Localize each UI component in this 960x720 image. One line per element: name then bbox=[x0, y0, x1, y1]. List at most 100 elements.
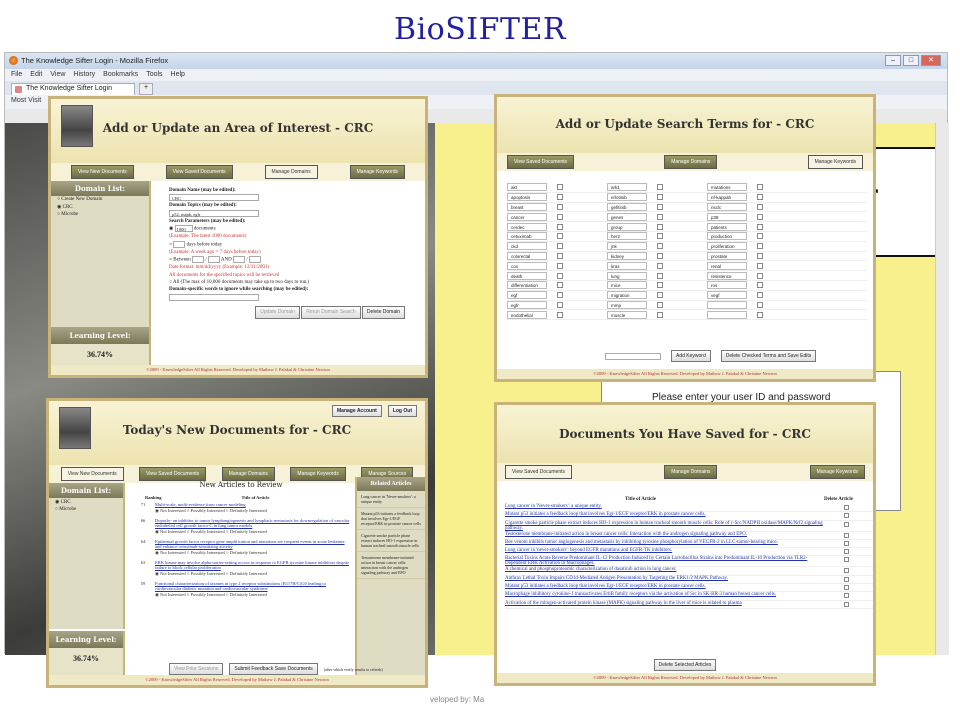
update-domain-button[interactable]: Update Domain bbox=[255, 305, 300, 320]
term-delete-checkbox[interactable] bbox=[757, 184, 763, 191]
term-delete-checkbox[interactable] bbox=[557, 194, 563, 201]
domain-option[interactable]: ○ Microbe bbox=[51, 211, 149, 218]
saved-article-link[interactable]: Cigarette smoke particle phase extract i… bbox=[505, 521, 825, 531]
delete-article-checkbox[interactable] bbox=[844, 532, 849, 538]
term-delete-checkbox[interactable] bbox=[557, 311, 563, 318]
days-option[interactable]: ○ days before today bbox=[169, 240, 419, 249]
term-field[interactable]: resistence bbox=[707, 271, 747, 280]
term-delete-checkbox[interactable] bbox=[557, 223, 563, 230]
term-field[interactable]: muscle bbox=[607, 310, 647, 319]
delete-selected-button[interactable]: Delete Selected Articles bbox=[653, 659, 717, 671]
article-link[interactable]: Functional characterization of taxanes i… bbox=[155, 581, 326, 591]
term-field[interactable]: production bbox=[707, 232, 747, 241]
term-field[interactable]: colorectal bbox=[507, 251, 547, 260]
saved-article-link[interactable]: A chemical and phosphoproteomic characte… bbox=[505, 567, 825, 572]
term-delete-checkbox[interactable] bbox=[757, 262, 763, 269]
term-delete-checkbox[interactable] bbox=[657, 203, 663, 210]
menu-history[interactable]: History bbox=[73, 71, 95, 79]
term-field[interactable]: death bbox=[507, 271, 547, 280]
close-button[interactable]: ✕ bbox=[921, 55, 941, 66]
term-delete-checkbox[interactable] bbox=[657, 292, 663, 299]
menu-file[interactable]: File bbox=[11, 71, 22, 79]
date-to-field[interactable] bbox=[248, 256, 261, 264]
domain-name-field[interactable]: CRC bbox=[169, 194, 259, 202]
term-delete-checkbox[interactable] bbox=[757, 282, 763, 289]
delete-article-checkbox[interactable] bbox=[844, 601, 849, 607]
interest-rating[interactable]: ◉ Not Interested ○ Possibly Interested ○… bbox=[155, 571, 351, 577]
term-delete-checkbox[interactable] bbox=[557, 252, 563, 259]
term-delete-checkbox[interactable] bbox=[657, 233, 663, 240]
article-link[interactable]: Multi-scale, multi-evidence from cancer … bbox=[155, 502, 246, 507]
nav-manage-keywords[interactable]: Manage Keywords bbox=[809, 465, 865, 479]
saved-article-link[interactable]: Bacterial Toxins Acute Reverse Predomina… bbox=[505, 556, 825, 566]
saved-article-link[interactable]: Mutant p53 initiates a feedback loop tha… bbox=[505, 512, 825, 517]
add-keyword-button[interactable]: Add Keyword bbox=[671, 350, 711, 362]
nav-manage-domains[interactable]: Manage Domains bbox=[664, 155, 718, 169]
term-delete-checkbox[interactable] bbox=[557, 233, 563, 240]
term-delete-checkbox[interactable] bbox=[557, 282, 563, 289]
term-field[interactable]: proliferation bbox=[707, 242, 747, 251]
term-delete-checkbox[interactable] bbox=[757, 272, 763, 279]
term-field[interactable]: lung bbox=[607, 271, 647, 280]
rerun-search-button[interactable]: Rerun Domain Search bbox=[301, 305, 361, 320]
term-field[interactable]: mutations bbox=[707, 183, 747, 192]
delete-domain-button[interactable]: Delete Domain bbox=[361, 305, 405, 320]
nav-view-saved-documents[interactable]: View Saved Documents bbox=[507, 155, 574, 169]
term-field[interactable]: migration bbox=[607, 291, 647, 300]
all-option[interactable]: ○ All (The max of 10,000 documents may t… bbox=[169, 279, 419, 286]
term-field[interactable]: mice bbox=[607, 281, 647, 290]
delete-article-checkbox[interactable] bbox=[844, 505, 849, 510]
term-delete-checkbox[interactable] bbox=[757, 233, 763, 240]
new-tab-button[interactable]: + bbox=[139, 83, 153, 95]
term-field[interactable]: mmp bbox=[607, 300, 647, 309]
delete-terms-button[interactable]: Delete Checked Terms and Save Edits bbox=[720, 350, 817, 362]
term-delete-checkbox[interactable] bbox=[657, 272, 663, 279]
term-field[interactable] bbox=[707, 300, 747, 309]
menu-tools[interactable]: Tools bbox=[146, 71, 162, 79]
term-field[interactable]: cerdec bbox=[507, 222, 547, 231]
term-field[interactable]: her2 bbox=[607, 232, 647, 241]
term-delete-checkbox[interactable] bbox=[657, 184, 663, 191]
term-delete-checkbox[interactable] bbox=[757, 203, 763, 210]
log-out-button[interactable]: Log Out bbox=[387, 405, 417, 417]
term-delete-checkbox[interactable] bbox=[757, 311, 763, 318]
term-delete-checkbox[interactable] bbox=[657, 223, 663, 230]
term-field[interactable]: kras bbox=[607, 261, 647, 270]
interest-rating[interactable]: ◉ Not Interested ○ Possibly Interested ○… bbox=[155, 508, 267, 514]
term-field[interactable]: nf-kappab bbox=[707, 193, 747, 202]
nav-view-saved-documents[interactable]: View Saved Documents bbox=[505, 465, 572, 479]
term-delete-checkbox[interactable] bbox=[657, 194, 663, 201]
related-article[interactable]: Cigarette smoke particle phase extract i… bbox=[357, 530, 425, 552]
term-field[interactable]: renal bbox=[707, 261, 747, 270]
docs-option[interactable]: ◉ 1000 documents bbox=[169, 225, 419, 233]
related-article[interactable]: Testosterone membrane-initiated action i… bbox=[357, 552, 425, 579]
term-delete-checkbox[interactable] bbox=[657, 262, 663, 269]
term-field[interactable]: vegf bbox=[707, 291, 747, 300]
term-delete-checkbox[interactable] bbox=[557, 243, 563, 250]
term-field[interactable]: breast bbox=[507, 202, 547, 211]
term-delete-checkbox[interactable] bbox=[757, 292, 763, 299]
term-field[interactable]: prostate bbox=[707, 251, 747, 260]
term-field[interactable]: ckd bbox=[507, 242, 547, 251]
interest-rating[interactable]: ◉ Not Interested ○ Possibly Interested ○… bbox=[155, 592, 351, 598]
saved-article-link[interactable]: Bee venom inhibits tumor angiogenesis an… bbox=[505, 540, 825, 545]
related-article[interactable]: Lung cancer in 'Never-smokers': a unique… bbox=[357, 491, 425, 508]
view-prior-sessions-button[interactable]: View Prior Sessions bbox=[169, 663, 224, 675]
term-delete-checkbox[interactable] bbox=[557, 213, 563, 220]
term-delete-checkbox[interactable] bbox=[757, 213, 763, 220]
saved-article-link[interactable]: Mutant p53 initiates a feedback loop tha… bbox=[505, 584, 825, 589]
minimize-button[interactable]: – bbox=[885, 55, 901, 66]
date-to-field[interactable] bbox=[233, 256, 245, 264]
delete-article-checkbox[interactable] bbox=[844, 513, 849, 519]
related-article[interactable]: Mutant p53 initiates a feedback loop tha… bbox=[357, 508, 425, 530]
term-delete-checkbox[interactable] bbox=[557, 272, 563, 279]
term-delete-checkbox[interactable] bbox=[657, 301, 663, 308]
term-field[interactable]: jnk bbox=[607, 242, 647, 251]
date-from-field[interactable] bbox=[192, 256, 205, 264]
page-scrollbar[interactable] bbox=[935, 123, 949, 655]
term-field[interactable]: akt bbox=[507, 183, 547, 192]
term-delete-checkbox[interactable] bbox=[757, 194, 763, 201]
term-field[interactable]: egf bbox=[507, 291, 547, 300]
delete-article-checkbox[interactable] bbox=[844, 521, 849, 527]
ignore-words-field[interactable] bbox=[169, 293, 259, 301]
